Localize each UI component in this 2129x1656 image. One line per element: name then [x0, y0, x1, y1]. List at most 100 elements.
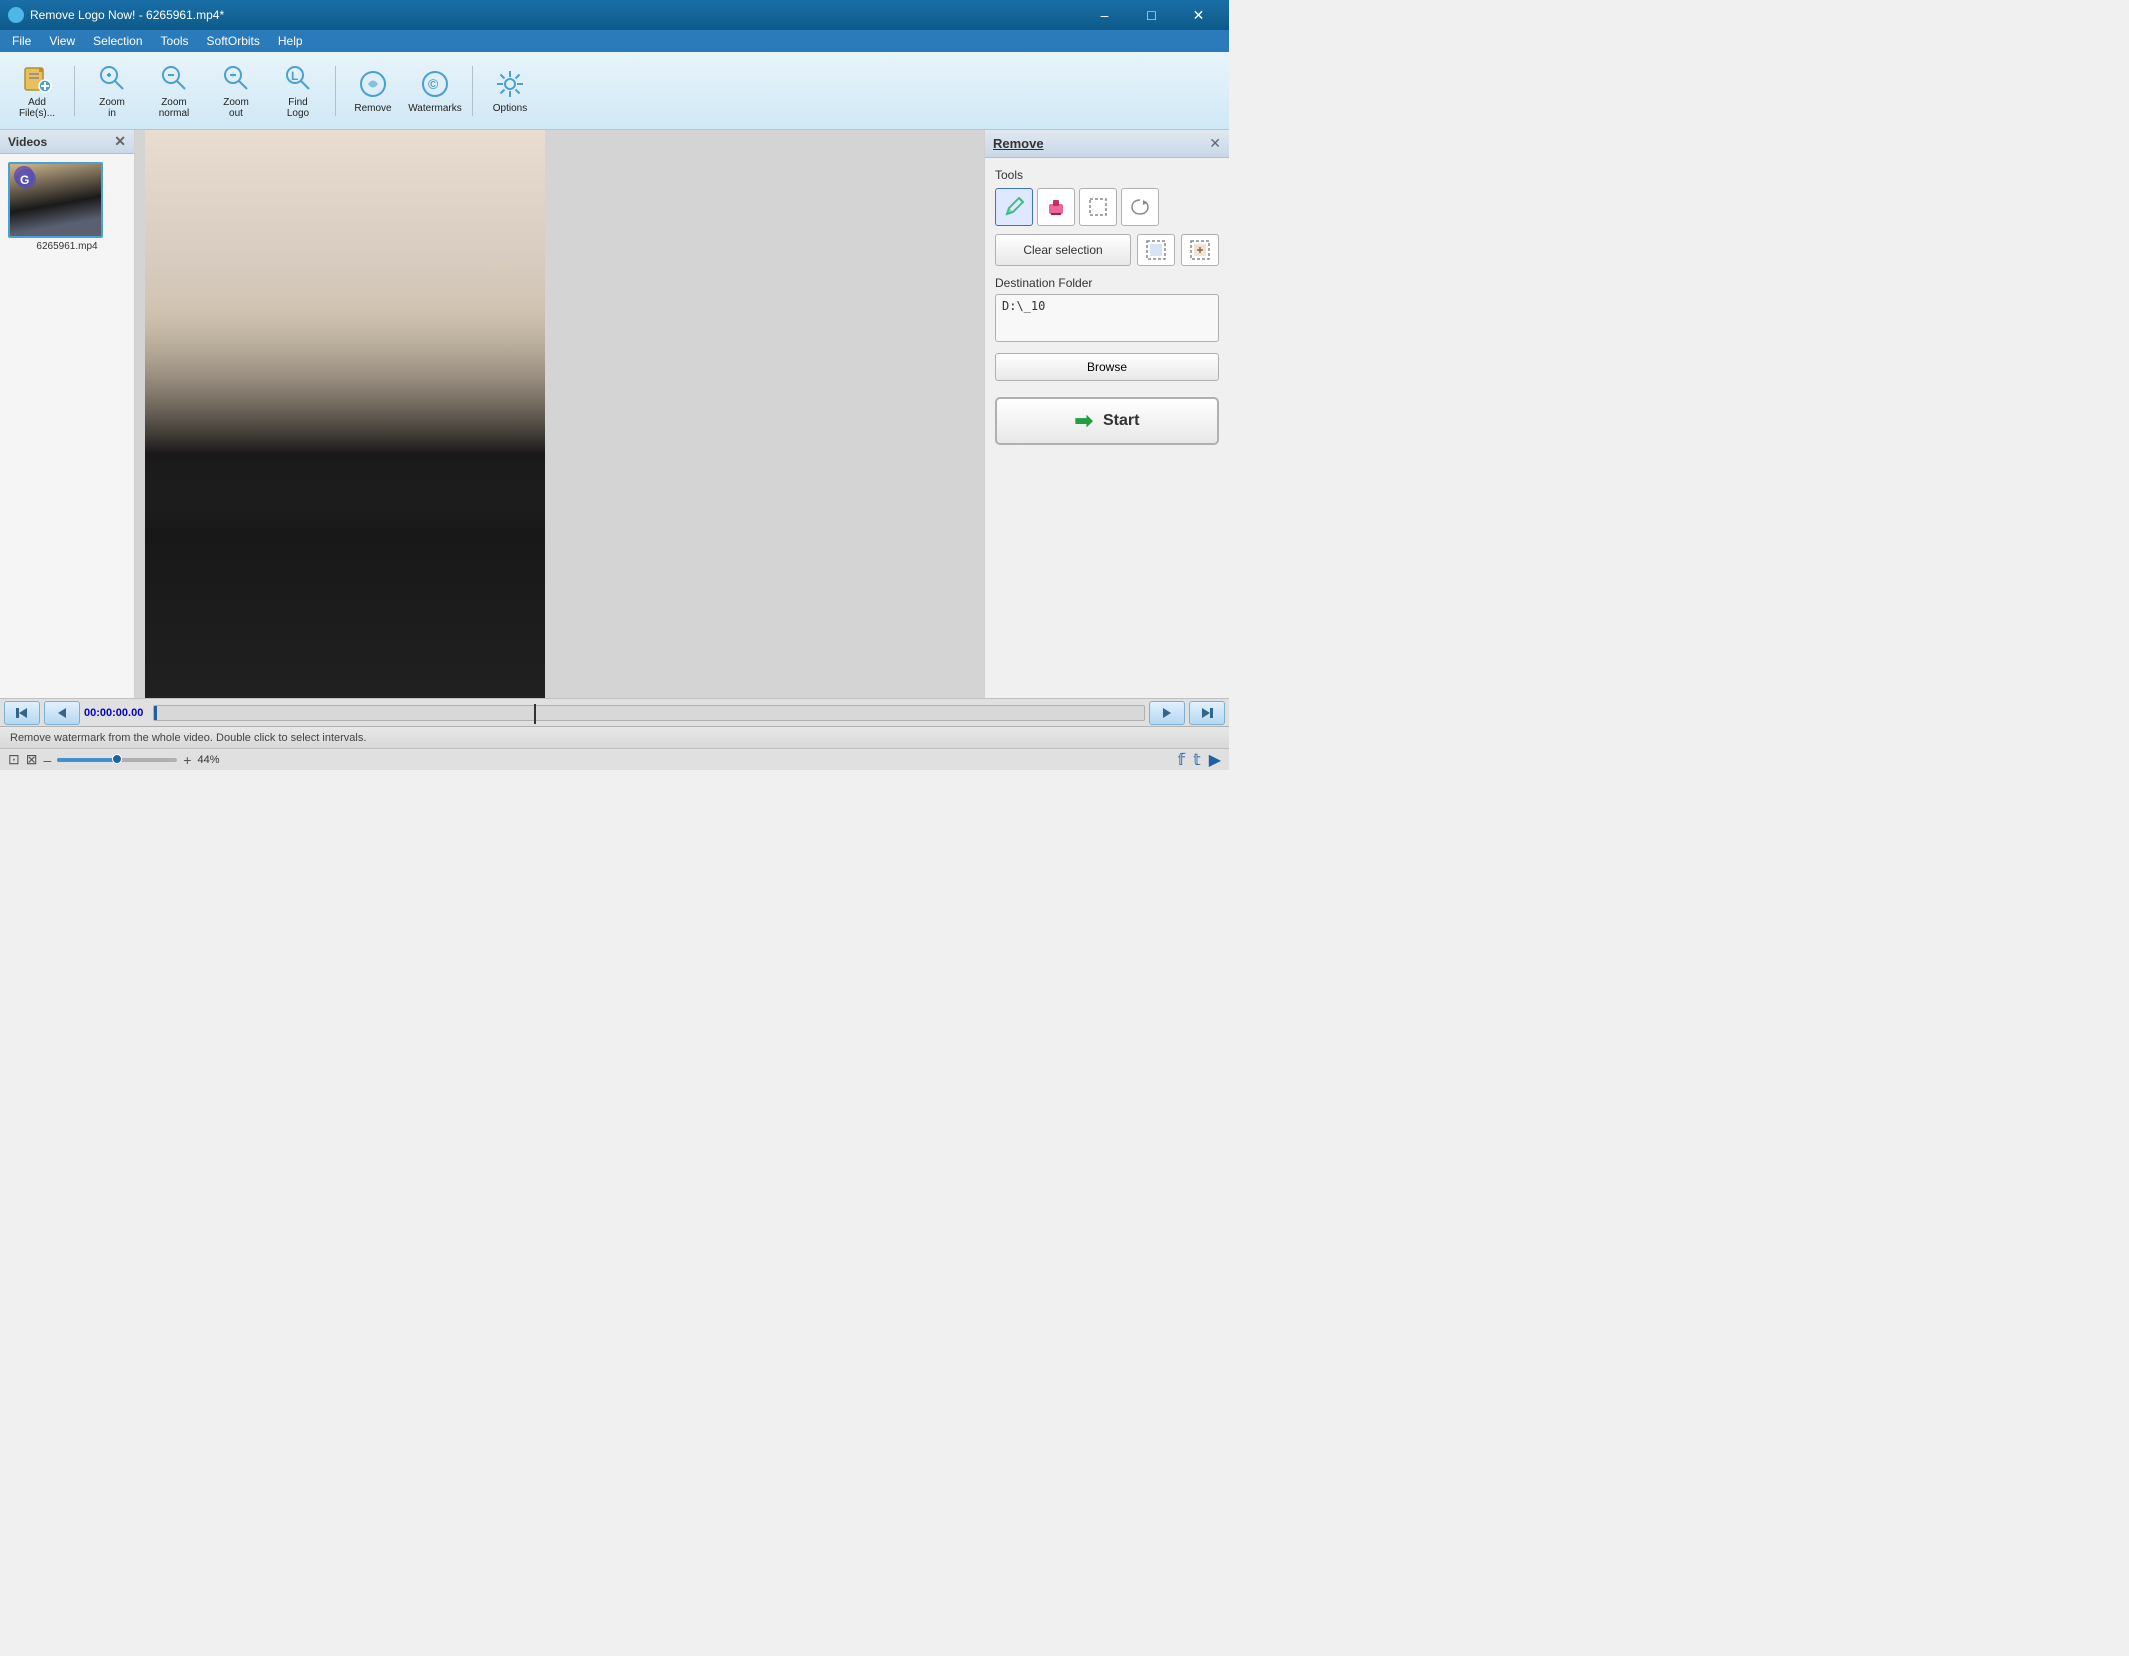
video-filename: 6265961.mp4: [8, 241, 126, 252]
twitter-icon[interactable]: 𝕥: [1193, 750, 1200, 770]
prev-frame-button[interactable]: [4, 701, 40, 725]
select-expand-button[interactable]: [1181, 234, 1219, 266]
add-files-label: Add File(s)...: [19, 97, 55, 119]
find-logo-button[interactable]: L Find Logo: [269, 58, 327, 124]
timeline-right-buttons: [1149, 701, 1225, 725]
fwd-frame-button[interactable]: [1189, 701, 1225, 725]
select-expand-icon: [1189, 239, 1211, 261]
zoom-in-icon: [96, 62, 128, 94]
svg-text:L: L: [291, 69, 298, 83]
zoom-normal-label: Zoom normal: [159, 97, 190, 119]
video-thumbnail[interactable]: G: [8, 162, 103, 238]
zoom-slider-handle[interactable]: [112, 754, 122, 764]
select-fit-icon: [1145, 239, 1167, 261]
thumb-overlay: G: [12, 166, 103, 238]
panel-header: Remove ✕: [985, 130, 1229, 158]
fwd-frame-icon: [1199, 705, 1215, 721]
next-frame-button[interactable]: [1149, 701, 1185, 725]
destination-input[interactable]: D:\_10: [995, 294, 1219, 342]
eraser-tool-button[interactable]: [1037, 188, 1075, 226]
title-bar-left: Remove Logo Now! - 6265961.mp4*: [8, 7, 224, 23]
menu-softorbits[interactable]: SoftOrbits: [199, 32, 268, 50]
timeline-playhead: [534, 704, 536, 724]
zoom-plus-icon[interactable]: +: [183, 752, 191, 768]
menu-file[interactable]: File: [4, 32, 39, 50]
timeline-track[interactable]: [153, 705, 1145, 721]
menu-tools[interactable]: Tools: [153, 32, 197, 50]
menu-selection[interactable]: Selection: [85, 32, 150, 50]
status-bar: Remove watermark from the whole video. D…: [0, 726, 1229, 748]
facebook-icon[interactable]: 𝕗: [1178, 750, 1185, 770]
zoom-slider-fill: [57, 758, 117, 762]
add-files-button[interactable]: Add File(s)...: [8, 58, 66, 124]
zoom-fit-icon[interactable]: ⊠: [26, 751, 38, 768]
remove-button[interactable]: Remove: [344, 58, 402, 124]
maximize-button[interactable]: □: [1129, 0, 1174, 30]
lasso-tool-button[interactable]: [1121, 188, 1159, 226]
clothing-bg: [145, 454, 545, 698]
eraser-icon: [1045, 196, 1067, 218]
title-bar-controls: – □ ✕: [1082, 0, 1221, 30]
clear-selection-row: Clear selection: [995, 234, 1219, 266]
time-display: 00:00:00.00: [84, 707, 149, 719]
select-fit-button[interactable]: [1137, 234, 1175, 266]
zoom-normal-button[interactable]: Zoom normal: [145, 58, 203, 124]
video-frame: G ★ ★: [145, 130, 545, 698]
lasso-icon: [1129, 196, 1151, 218]
rect-select-icon: [1087, 196, 1109, 218]
options-icon: [494, 68, 526, 100]
remove-label: Remove: [354, 103, 391, 114]
close-button[interactable]: ✕: [1176, 0, 1221, 30]
app-icon: [8, 7, 24, 23]
main-area: Videos ✕ G 6265961.mp4: [0, 130, 1229, 698]
find-logo-icon: L: [282, 62, 314, 94]
status-message: Remove watermark from the whole video. D…: [10, 732, 366, 744]
menu-view[interactable]: View: [41, 32, 83, 50]
back-frame-button[interactable]: [44, 701, 80, 725]
minimize-button[interactable]: –: [1082, 0, 1127, 30]
start-label: Start: [1103, 412, 1139, 430]
toolbar-separator-2: [335, 66, 336, 116]
tools-row: [995, 188, 1219, 226]
timeline-marker: [154, 706, 157, 720]
svg-text:©: ©: [428, 76, 439, 92]
video-area[interactable]: G ★ ★: [135, 130, 984, 698]
destination-label: Destination Folder: [995, 276, 1219, 290]
social-icons: 𝕗 𝕥 ▶: [1178, 750, 1221, 770]
sidebar-title: Videos: [8, 135, 47, 149]
watermarks-icon: ©: [419, 68, 451, 100]
zoom-in-button[interactable]: Zoom in: [83, 58, 141, 124]
start-arrow-icon: ➡: [1075, 408, 1093, 434]
browse-button[interactable]: Browse: [995, 353, 1219, 381]
find-logo-label: Find Logo: [287, 97, 309, 119]
pencil-icon: [1003, 196, 1025, 218]
add-files-icon: [21, 62, 53, 94]
zoom-select-icon[interactable]: ⊡: [8, 751, 20, 768]
zoom-slider[interactable]: [57, 758, 177, 762]
zoom-out-button[interactable]: Zoom out: [207, 58, 265, 124]
pencil-tool-button[interactable]: [995, 188, 1033, 226]
toolbar-separator-1: [74, 66, 75, 116]
zoom-in-label: Zoom in: [99, 97, 125, 119]
wall-bg: [145, 130, 545, 454]
sidebar-content: G 6265961.mp4: [0, 154, 134, 260]
svg-text:G: G: [20, 173, 29, 187]
rect-select-tool-button[interactable]: [1079, 188, 1117, 226]
zoom-value: 44%: [197, 754, 229, 766]
menu-help[interactable]: Help: [270, 32, 311, 50]
options-button[interactable]: Options: [481, 58, 539, 124]
zoom-out-label: Zoom out: [223, 97, 249, 119]
clear-selection-button[interactable]: Clear selection: [995, 234, 1131, 266]
youtube-icon[interactable]: ▶: [1209, 750, 1221, 770]
panel-close-button[interactable]: ✕: [1209, 135, 1221, 152]
video-content: G ★ ★: [145, 130, 545, 698]
watermarks-button[interactable]: © Watermarks: [406, 58, 464, 124]
toolbar-separator-3: [472, 66, 473, 116]
next-frame-icon: [1159, 705, 1175, 721]
zoom-normal-icon: [158, 62, 190, 94]
tools-label: Tools: [995, 168, 1219, 182]
start-button[interactable]: ➡ Start: [995, 397, 1219, 445]
sidebar-close-button[interactable]: ✕: [114, 133, 126, 150]
menu-bar: File View Selection Tools SoftOrbits Hel…: [0, 30, 1229, 52]
zoom-minus-icon[interactable]: –: [43, 752, 51, 768]
